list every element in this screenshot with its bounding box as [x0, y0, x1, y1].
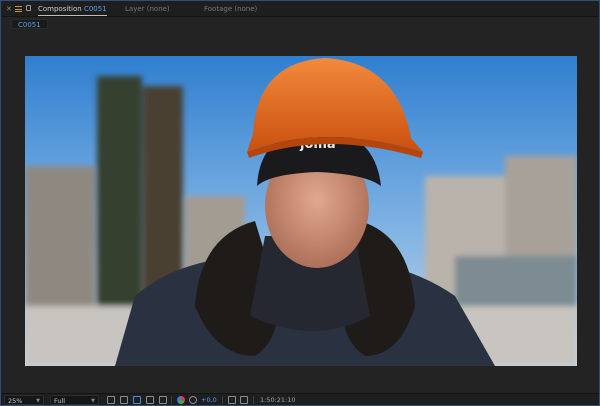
composition-viewer[interactable]: joma: [1, 31, 599, 393]
chevron-down-icon: ▼: [36, 398, 40, 404]
tab-composition[interactable]: Composition C0051: [38, 1, 107, 17]
toolbar-divider: [171, 396, 172, 404]
magnification-value: 25%: [8, 397, 23, 405]
channels-icon[interactable]: [177, 396, 185, 404]
composition-panel: ✕ Composition C0051 Layer (none) Footage…: [0, 0, 600, 406]
tab-layer[interactable]: Layer (none): [125, 1, 170, 17]
resolution-value: Full: [54, 397, 66, 405]
resolution-select[interactable]: Full ▼: [50, 395, 99, 405]
snapshot-icon[interactable]: [228, 396, 236, 404]
transparency-icon[interactable]: [133, 396, 141, 404]
grid-icon[interactable]: [120, 396, 128, 404]
comp-breadcrumb[interactable]: C0051: [11, 19, 48, 29]
magnification-select[interactable]: 25% ▼: [4, 395, 44, 405]
toggle-mask-icon[interactable]: [107, 396, 115, 404]
tab-footage[interactable]: Footage (none): [204, 1, 257, 17]
viewer-toolbar: 25% ▼ Full ▼ +0,0 1:50:21:10: [1, 393, 599, 405]
tab-composition-label: Composition: [38, 5, 82, 13]
region-of-interest-icon[interactable]: [146, 396, 154, 404]
panel-tab-bar: ✕ Composition C0051 Layer (none) Footage…: [1, 1, 599, 17]
channels-icon[interactable]: [159, 396, 167, 404]
toolbar-divider: [253, 396, 254, 404]
lock-icon[interactable]: [26, 5, 31, 11]
preview-frame: joma: [25, 56, 577, 366]
chevron-down-icon: ▼: [91, 398, 95, 404]
panel-menu-icon[interactable]: [15, 6, 22, 12]
current-time-display[interactable]: 1:50:21:10: [260, 394, 296, 406]
exposure-value[interactable]: +0,0: [201, 394, 217, 406]
preview-image: joma: [25, 56, 577, 366]
tab-composition-name: C0051: [83, 5, 107, 13]
reset-exposure-icon[interactable]: [189, 396, 197, 404]
toolbar-divider: [222, 396, 223, 404]
composition-navigator: C0051: [1, 17, 599, 31]
close-icon[interactable]: ✕: [6, 1, 12, 17]
show-snapshot-icon[interactable]: [240, 396, 248, 404]
